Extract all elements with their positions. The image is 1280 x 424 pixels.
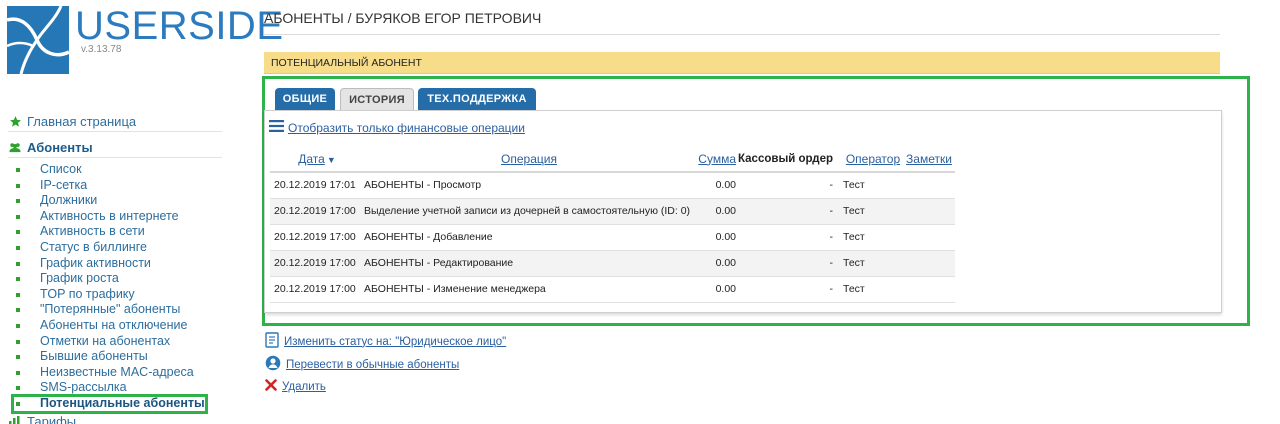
col-operation-header[interactable]: Операция	[360, 146, 694, 173]
change-status-link[interactable]: Изменить статус на: "Юридическое лицо"	[265, 332, 506, 351]
financial-filter-label: Отобразить только финансовые операции	[288, 120, 525, 135]
page-title: АБОНЕНТЫ / БУРЯКОВ ЕГОР ПЕТРОВИЧ	[264, 10, 542, 26]
submenu-item-list[interactable]: Список	[12, 162, 205, 178]
cell-operator: Тест	[839, 250, 903, 277]
table-row: 20.12.2019 17:01 АБОНЕНТЫ - Просмотр 0.0…	[270, 172, 955, 199]
submenu-item-former[interactable]: Бывшие абоненты	[12, 349, 205, 365]
sort-down-icon: ▼	[326, 154, 336, 165]
delete-label: Удалить	[282, 380, 326, 393]
submenu-item-debtors[interactable]: Должники	[12, 193, 205, 209]
cell-cash-order: -	[738, 276, 839, 303]
submenu-item-ip-grid[interactable]: IP-сетка	[12, 178, 205, 194]
convert-label: Перевести в обычные абоненты	[286, 358, 460, 371]
cell-cash-order: -	[738, 172, 839, 199]
nav-home[interactable]: Главная страница	[8, 112, 222, 132]
document-icon	[265, 332, 279, 351]
table-row: 20.12.2019 17:00 АБОНЕНТЫ - Редактирован…	[270, 250, 955, 277]
tab-support[interactable]: ТЕХ.ПОДДЕРЖКА	[418, 88, 536, 110]
status-badge: ПОТЕНЦИАЛЬНЫЙ АБОНЕНТ	[264, 52, 1220, 74]
menu-lines-icon	[269, 120, 284, 135]
cell-operation: АБОНЕНТЫ - Добавление	[360, 224, 694, 251]
tab-history[interactable]: ИСТОРИЯ	[340, 88, 414, 110]
tab-general[interactable]: ОБЩИЕ	[275, 88, 335, 110]
cell-operation: АБОНЕНТЫ - Просмотр	[360, 172, 694, 199]
table-row: 20.12.2019 17:00 Выделение учетной запис…	[270, 198, 955, 225]
logo-text: USERSIDE	[75, 4, 284, 48]
cell-sum: 0.00	[694, 276, 738, 303]
cell-notes	[903, 224, 955, 251]
col-date-header[interactable]: Дата ▼	[270, 146, 360, 173]
cell-cash-order: -	[738, 224, 839, 251]
nav-tariffs[interactable]: Тарифы	[8, 414, 76, 424]
financial-filter-link[interactable]: Отобразить только финансовые операции	[269, 120, 525, 135]
star-icon	[8, 115, 22, 129]
submenu-item-top-traffic[interactable]: TOP по трафику	[12, 287, 205, 303]
cell-date: 20.12.2019 17:00	[270, 224, 360, 251]
bar-chart-icon	[8, 415, 22, 424]
submenu-item-billing-status[interactable]: Статус в биллинге	[12, 240, 205, 256]
users-icon	[8, 141, 22, 155]
cell-operator: Тест	[839, 172, 903, 199]
delete-link[interactable]: Удалить	[265, 379, 326, 394]
cell-cash-order: -	[738, 198, 839, 225]
cell-sum: 0.00	[694, 172, 738, 199]
change-status-label: Изменить статус на: "Юридическое лицо"	[284, 335, 507, 348]
cell-sum: 0.00	[694, 250, 738, 277]
cell-notes	[903, 250, 955, 277]
close-icon	[265, 379, 277, 394]
cell-operator: Тест	[839, 198, 903, 225]
app-version: v.3.13.78	[81, 44, 122, 55]
highlight-frame-sidebar	[11, 394, 208, 414]
col-cash-order-header: Кассовый ордер	[738, 146, 839, 173]
cell-notes	[903, 172, 955, 199]
nav-subscribers[interactable]: Абоненты	[8, 138, 222, 158]
submenu-item-activity-chart[interactable]: График активности	[12, 256, 205, 272]
cell-operation: АБОНЕНТЫ - Редактирование	[360, 250, 694, 277]
convert-to-regular-link[interactable]: Перевести в обычные абоненты	[265, 355, 459, 374]
cell-date: 20.12.2019 17:00	[270, 250, 360, 277]
logo-mark-icon	[7, 6, 69, 74]
submenu-item-internet-activity[interactable]: Активность в интернете	[12, 209, 205, 225]
submenu-item-network-activity[interactable]: Активность в сети	[12, 224, 205, 240]
cell-operation: АБОНЕНТЫ - Изменение менеджера	[360, 276, 694, 303]
cell-operator: Тест	[839, 276, 903, 303]
submenu-item-marks[interactable]: Отметки на абонентах	[12, 334, 205, 350]
cell-sum: 0.00	[694, 198, 738, 225]
cell-sum: 0.00	[694, 224, 738, 251]
nav-tariffs-label: Тарифы	[27, 414, 77, 424]
submenu-item-disconnect[interactable]: Абоненты на отключение	[12, 318, 205, 334]
submenu-item-growth-chart[interactable]: График роста	[12, 271, 205, 287]
cell-cash-order: -	[738, 250, 839, 277]
col-sum-header[interactable]: Сумма	[694, 146, 738, 173]
col-notes-header[interactable]: Заметки	[903, 146, 955, 173]
subscribers-submenu: Список IP-сетка Должники Активность в ин…	[12, 162, 205, 412]
nav-subscribers-label: Абоненты	[27, 140, 93, 155]
sidebar: USERSIDE v.3.13.78 Главная страница Абон…	[0, 0, 283, 424]
submenu-item-lost[interactable]: "Потерянные" абоненты	[12, 302, 205, 318]
cell-date: 20.12.2019 17:01	[270, 172, 360, 199]
table-row: 20.12.2019 17:00 АБОНЕНТЫ - Изменение ме…	[270, 276, 955, 303]
col-operator-header[interactable]: Оператор	[839, 146, 903, 173]
user-circle-icon	[265, 355, 281, 374]
table-header-row: Дата ▼ Операция Сумма Кассовый ордер Опер…	[270, 146, 955, 173]
history-table: Дата ▼ Операция Сумма Кассовый ордер Опер…	[270, 146, 955, 303]
cell-operator: Тест	[839, 224, 903, 251]
submenu-item-unknown-mac[interactable]: Неизвестные MAC-адреса	[12, 365, 205, 381]
cell-date: 20.12.2019 17:00	[270, 276, 360, 303]
cell-notes	[903, 198, 955, 225]
nav-home-label: Главная страница	[27, 114, 137, 129]
cell-date: 20.12.2019 17:00	[270, 198, 360, 225]
cell-notes	[903, 276, 955, 303]
title-divider	[264, 34, 1220, 35]
table-row: 20.12.2019 17:00 АБОНЕНТЫ - Добавление 0…	[270, 224, 955, 251]
logo[interactable]: USERSIDE v.3.13.78	[7, 4, 283, 76]
cell-operation: Выделение учетной записи из дочерней в с…	[360, 198, 694, 225]
